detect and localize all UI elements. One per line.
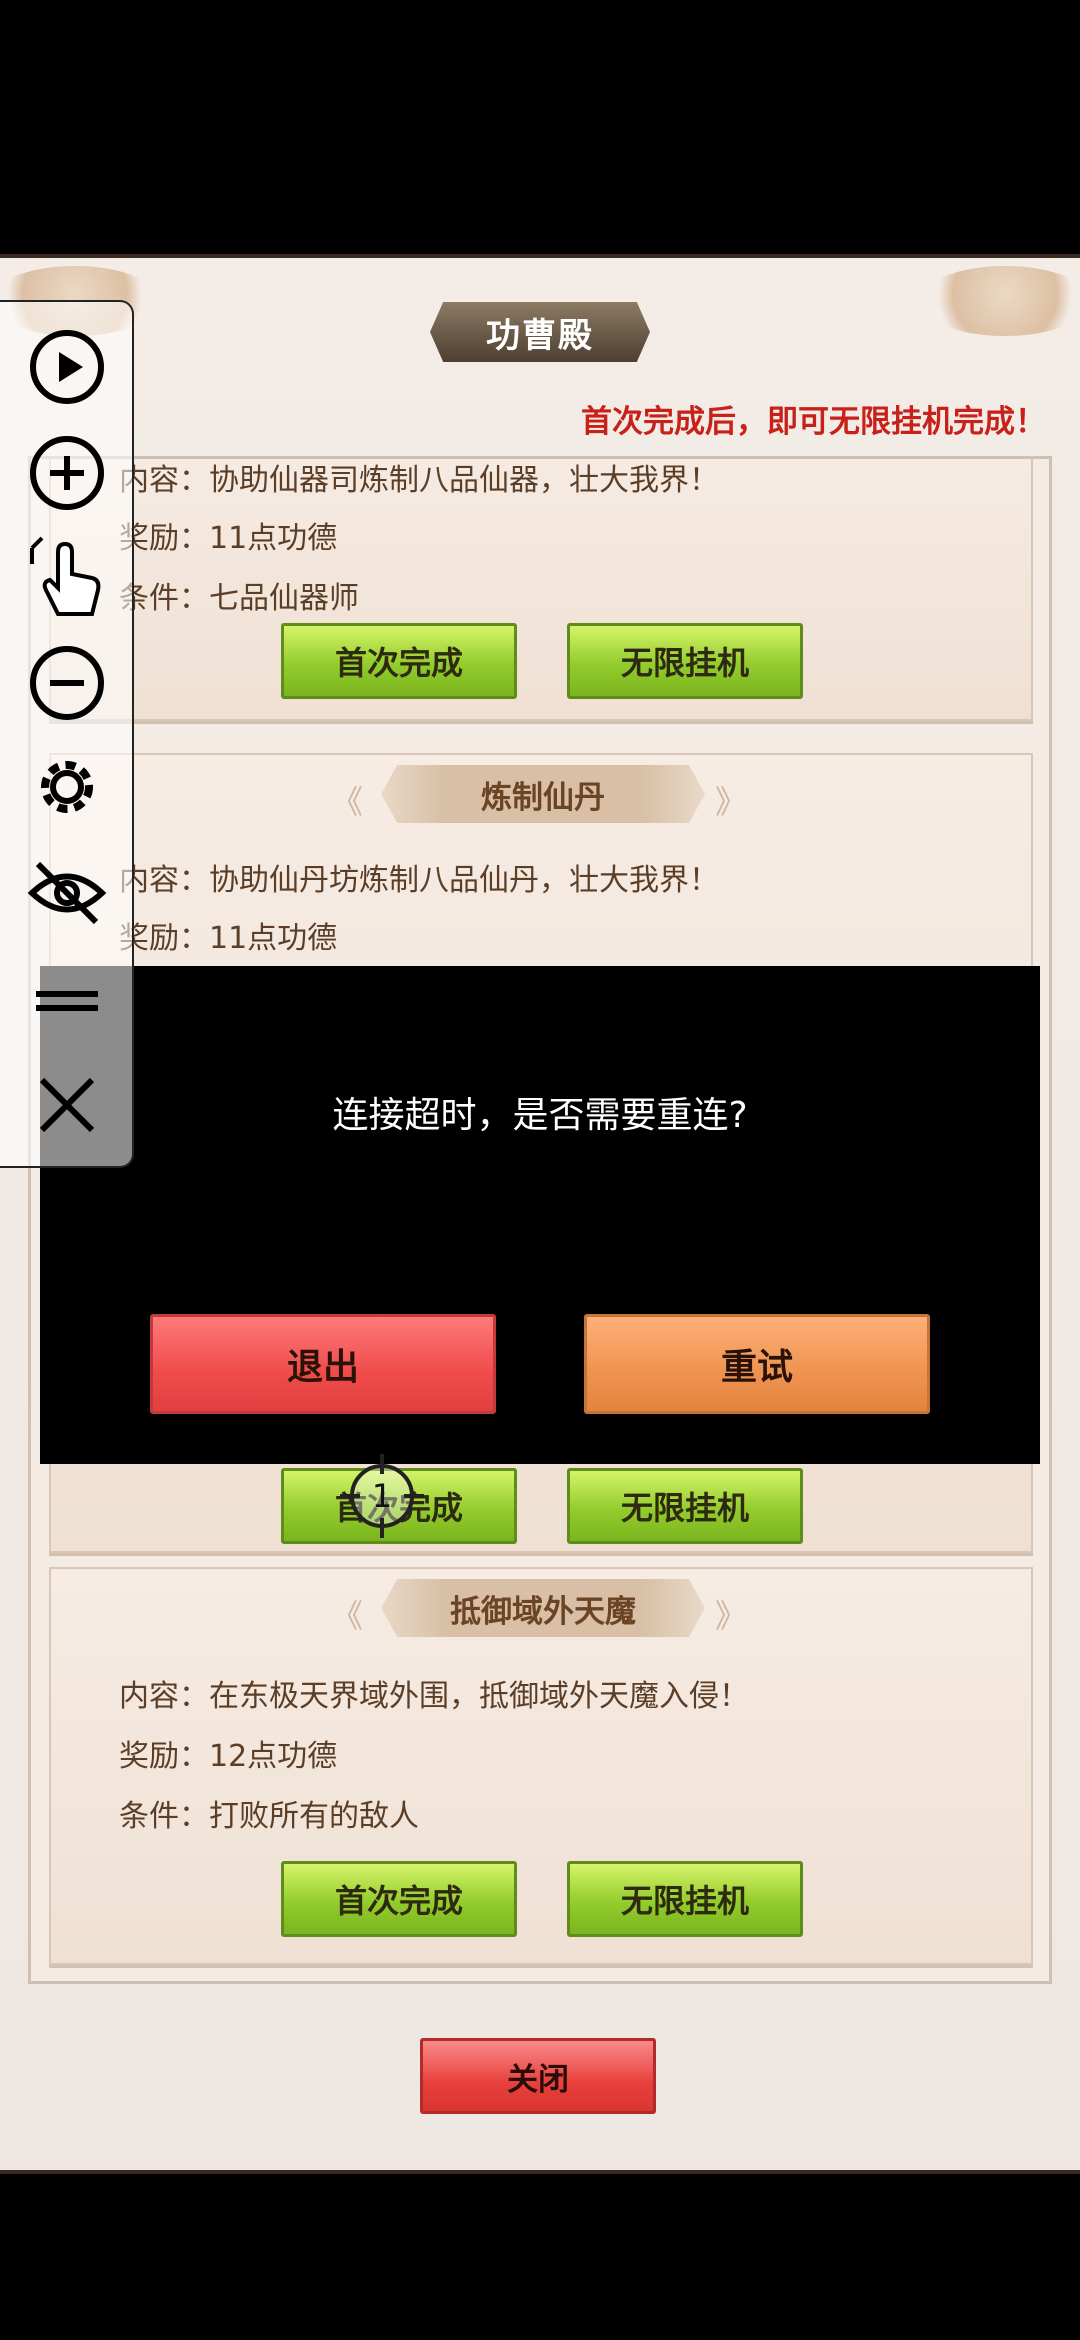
task-card: 《 抵御域外天魔 》 内容：在东极天界域外围，抵御域外天魔入侵！ 奖励：12点功… xyxy=(49,1567,1033,1965)
page-title-text: 功曹殿 xyxy=(486,315,594,356)
drag-handle-icon[interactable] xyxy=(24,958,110,1044)
task-title: 抵御域外天魔 xyxy=(381,1579,705,1637)
idle-button[interactable]: 无限挂机 xyxy=(567,1861,803,1937)
retry-button[interactable]: 重试 xyxy=(584,1314,930,1414)
eye-off-icon[interactable] xyxy=(24,850,110,936)
hint-text: 首次完成后，即可无限挂机完成！ xyxy=(581,404,1046,440)
idle-button[interactable]: 无限挂机 xyxy=(567,623,803,699)
close-icon[interactable] xyxy=(24,1062,110,1148)
task-reward: 奖励：11点功德 xyxy=(119,921,338,956)
gear-icon[interactable] xyxy=(24,744,110,830)
zoom-in-icon[interactable] xyxy=(24,430,110,516)
chevron-left-icon: 《 xyxy=(331,783,364,821)
zoom-out-icon[interactable] xyxy=(24,640,110,726)
task-content: 内容：在东极天界域外围，抵御域外天魔入侵！ xyxy=(119,1679,749,1714)
idle-button[interactable]: 无限挂机 xyxy=(567,1468,803,1544)
chevron-right-icon: 》 xyxy=(715,1597,748,1635)
page-title: 功曹殿 xyxy=(430,302,650,362)
timeout-dialog: 连接超时，是否需要重连? 退出 重试 xyxy=(40,966,1040,1464)
task-condition: 条件：七品仙器师 xyxy=(119,581,359,616)
crosshair-number: 1 xyxy=(372,1477,392,1515)
dialog-message: 连接超时，是否需要重连? xyxy=(332,1095,748,1136)
floating-toolbar xyxy=(0,300,134,1168)
exit-button[interactable]: 退出 xyxy=(150,1314,496,1414)
crosshair-icon[interactable]: 1 xyxy=(336,1450,428,1542)
task-condition: 条件：打败所有的敌人 xyxy=(119,1799,419,1834)
chevron-right-icon: 》 xyxy=(715,783,748,821)
task-reward: 奖励：12点功德 xyxy=(119,1739,338,1774)
task-content: 内容：协助仙丹坊炼制八品仙丹，壮大我界！ xyxy=(119,863,719,898)
first-complete-button[interactable]: 首次完成 xyxy=(281,623,517,699)
play-icon[interactable] xyxy=(24,324,110,410)
close-button[interactable]: 关闭 xyxy=(420,2038,656,2114)
chevron-left-icon: 《 xyxy=(331,1597,364,1635)
task-title: 炼制仙丹 xyxy=(381,765,705,823)
task-reward: 奖励：11点功德 xyxy=(119,521,338,556)
task-content: 内容：协助仙器司炼制八品仙器，壮大我界！ xyxy=(119,463,719,498)
first-complete-button[interactable]: 首次完成 xyxy=(281,1861,517,1937)
task-card: 内容：协助仙器司炼制八品仙器，壮大我界！ 奖励：11点功德 条件：七品仙器师 首… xyxy=(49,459,1033,721)
cloud-decoration-right xyxy=(920,266,1080,336)
touch-icon[interactable] xyxy=(24,534,110,620)
